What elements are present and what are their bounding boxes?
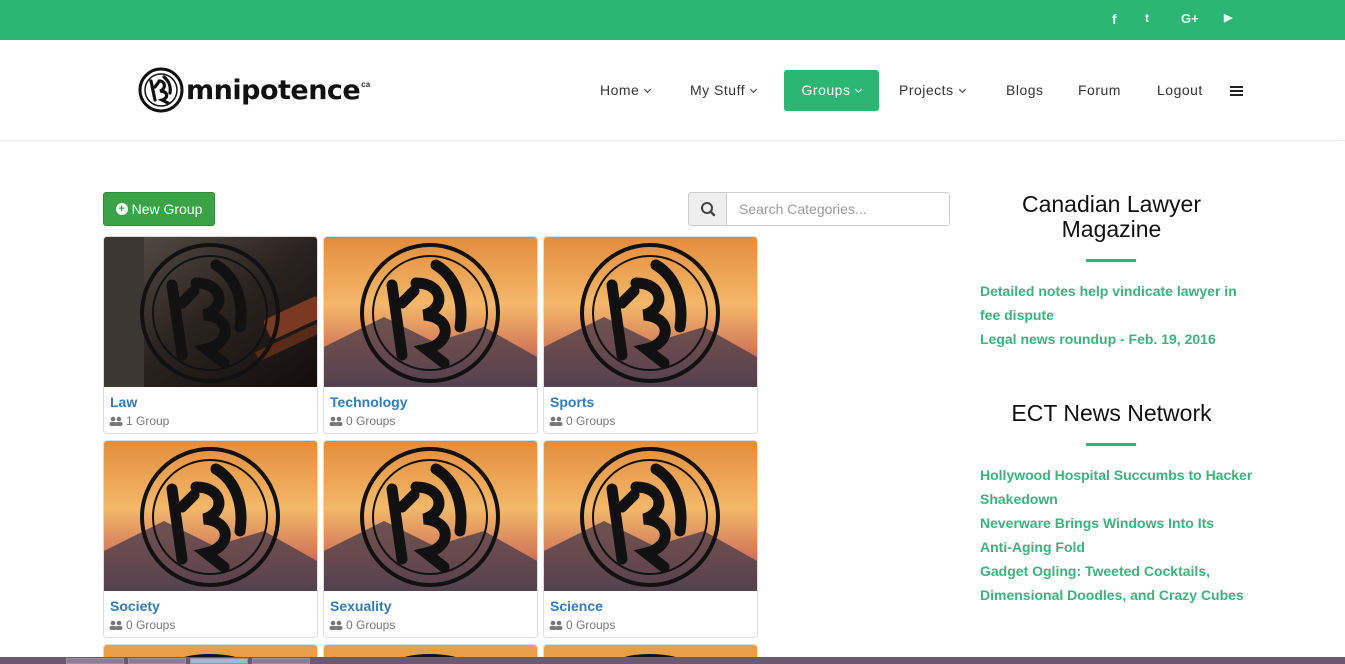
- group-count-label: 0 Groups: [346, 414, 396, 428]
- google-plus-icon[interactable]: G+: [1181, 11, 1199, 26]
- widget-divider: [1086, 259, 1136, 262]
- users-icon: [329, 620, 343, 630]
- chevron-down-icon: [644, 85, 652, 94]
- nav-logout[interactable]: Logout: [1157, 70, 1203, 111]
- youtube-icon[interactable]: ▶: [1224, 11, 1232, 24]
- nav-home-label: Home: [600, 82, 640, 98]
- news-link-line[interactable]: fee dispute: [980, 303, 1237, 327]
- top-bar: f t G+ ▶: [0, 0, 1345, 40]
- nav-groups-label: Groups: [801, 82, 851, 98]
- group-count-label: 0 Groups: [566, 618, 616, 632]
- taskbar-button[interactable]: [252, 658, 310, 664]
- new-group-label: New Group: [131, 201, 203, 217]
- category-card-society[interactable]: Society 0 Groups: [103, 440, 318, 638]
- category-card-science[interactable]: Science 0 Groups: [543, 440, 758, 638]
- widget-divider: [1086, 443, 1136, 446]
- nav-projects[interactable]: Projects: [899, 70, 966, 111]
- group-count-label: 0 Groups: [126, 618, 176, 632]
- facebook-icon[interactable]: f: [1112, 11, 1117, 27]
- widget-title-line: Canadian Lawyer: [1021, 191, 1201, 217]
- group-count: 1 Group: [109, 414, 169, 428]
- widget-title-line: Magazine: [1061, 216, 1162, 242]
- news-link[interactable]: Neverware Brings Windows Into Its Anti-A…: [980, 511, 1214, 559]
- news-link-line[interactable]: Gadget Ogling: Tweeted Cocktails,: [980, 559, 1244, 583]
- news-link[interactable]: Detailed notes help vindicate lawyer in …: [980, 279, 1237, 327]
- news-link[interactable]: Legal news roundup - Feb. 19, 2016: [980, 327, 1216, 351]
- news-link-line[interactable]: Shakedown: [980, 487, 1252, 511]
- os-taskbar: [0, 657, 1345, 664]
- logo-wordmark: mnipotence: [186, 74, 361, 106]
- users-icon: [109, 416, 123, 426]
- category-title[interactable]: Science: [550, 598, 603, 614]
- taskbar-button[interactable]: [190, 658, 248, 664]
- group-count-label: 0 Groups: [566, 414, 616, 428]
- category-image: [104, 237, 317, 387]
- new-group-button[interactable]: + New Group: [103, 192, 215, 226]
- news-link-line[interactable]: Dimensional Doodles, and Crazy Cubes: [980, 583, 1244, 607]
- nav-home[interactable]: Home: [600, 70, 652, 111]
- users-icon: [109, 620, 123, 630]
- logo-symbol-icon: [138, 67, 184, 113]
- nav-forum[interactable]: Forum: [1078, 70, 1121, 111]
- category-image: [544, 237, 757, 387]
- site-logo[interactable]: mnipotence ca: [138, 66, 370, 114]
- category-title[interactable]: Sports: [550, 394, 594, 410]
- taskbar-button[interactable]: [66, 658, 124, 664]
- news-link-line[interactable]: Neverware Brings Windows Into Its: [980, 511, 1214, 535]
- news-link[interactable]: Gadget Ogling: Tweeted Cocktails, Dimens…: [980, 559, 1244, 607]
- twitter-icon[interactable]: t: [1145, 11, 1149, 25]
- group-count: 0 Groups: [329, 414, 395, 428]
- nav-my-stuff-label: My Stuff: [690, 82, 746, 98]
- logo-suffix: ca: [361, 79, 371, 89]
- search-icon: [701, 202, 716, 217]
- users-icon: [549, 416, 563, 426]
- search-categories-input[interactable]: [726, 192, 950, 226]
- group-count: 0 Groups: [329, 618, 395, 632]
- nav-blogs[interactable]: Blogs: [1006, 70, 1044, 111]
- users-icon: [329, 416, 343, 426]
- menu-icon[interactable]: [1230, 86, 1243, 98]
- news-link-line[interactable]: Legal news roundup - Feb. 19, 2016: [980, 327, 1216, 351]
- category-card-sexuality[interactable]: Sexuality 0 Groups: [323, 440, 538, 638]
- news-link-line[interactable]: Hollywood Hospital Succumbs to Hacker: [980, 463, 1252, 487]
- group-count: 0 Groups: [549, 618, 615, 632]
- plus-circle-icon: +: [115, 203, 128, 215]
- nav-my-stuff[interactable]: My Stuff: [690, 70, 758, 111]
- nav-groups[interactable]: Groups: [784, 70, 879, 111]
- site-header: mnipotence ca Home My Stuff Groups Proje…: [0, 40, 1345, 141]
- category-title[interactable]: Law: [110, 394, 137, 410]
- group-count: 0 Groups: [549, 414, 615, 428]
- category-card-technology[interactable]: Technology 0 Groups: [323, 236, 538, 434]
- category-card-sports[interactable]: Sports 0 Groups: [543, 236, 758, 434]
- news-link-line[interactable]: Anti-Aging Fold: [980, 535, 1214, 559]
- category-title[interactable]: Sexuality: [330, 598, 391, 614]
- users-icon: [549, 620, 563, 630]
- news-link-line[interactable]: Detailed notes help vindicate lawyer in: [980, 279, 1237, 303]
- category-title[interactable]: Technology: [330, 394, 408, 410]
- widget-title-canadian-lawyer: Canadian Lawyer Magazine: [990, 192, 1233, 242]
- category-image: [544, 441, 757, 591]
- category-title[interactable]: Society: [110, 598, 160, 614]
- chevron-down-icon: [750, 85, 758, 94]
- category-image: [324, 441, 537, 591]
- widget-title-ect-news: ECT News Network: [1011, 400, 1212, 426]
- category-image: [104, 441, 317, 591]
- chevron-down-icon: [958, 85, 966, 94]
- search-button[interactable]: [688, 192, 727, 226]
- taskbar-button[interactable]: [128, 658, 186, 664]
- chevron-down-icon: [855, 85, 863, 94]
- group-count-label: 0 Groups: [346, 618, 396, 632]
- group-count: 0 Groups: [109, 618, 175, 632]
- news-link[interactable]: Hollywood Hospital Succumbs to Hacker Sh…: [980, 463, 1252, 511]
- category-image: [324, 237, 537, 387]
- group-count-label: 1 Group: [126, 414, 170, 428]
- category-card-law[interactable]: Law 1 Group: [103, 236, 318, 434]
- nav-projects-label: Projects: [899, 82, 954, 98]
